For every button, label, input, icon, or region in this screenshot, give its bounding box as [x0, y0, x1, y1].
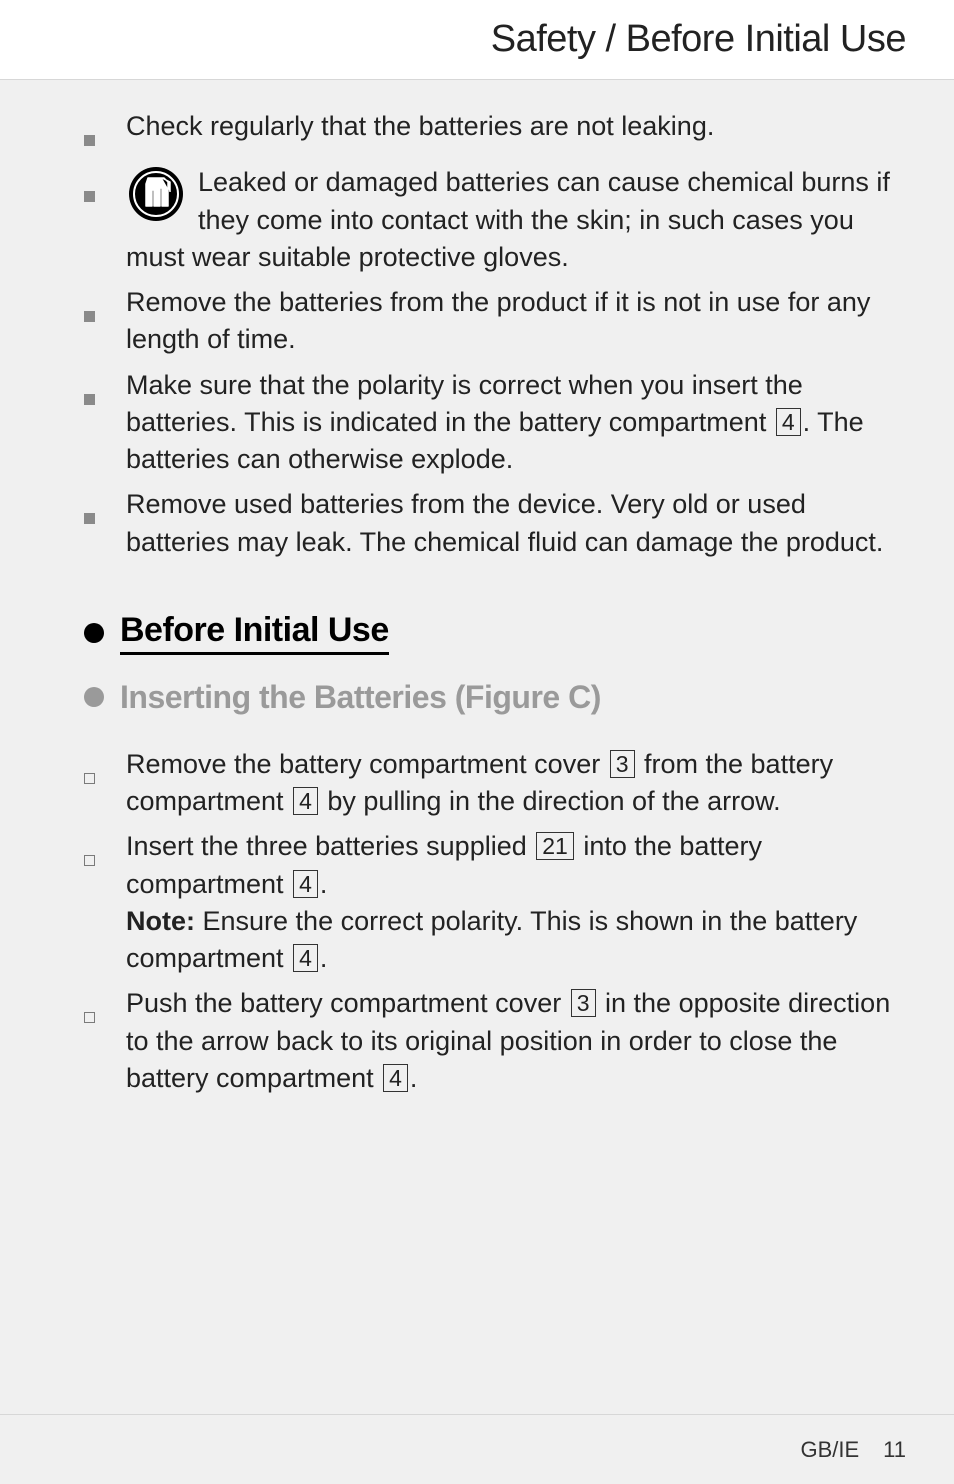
- square-bullet-icon: [84, 119, 98, 156]
- note-label: Note:: [126, 906, 195, 936]
- page: Safety / Before Initial Use Check regula…: [0, 0, 954, 1484]
- hollow-square-bullet-icon: [84, 757, 98, 821]
- page-footer: GB/IE 11: [0, 1414, 954, 1484]
- text-fragment: Make sure that the polarity is correct w…: [126, 370, 803, 437]
- bullet-text: Leaked or damaged batteries can cause ch…: [126, 167, 890, 272]
- content-area: Check regularly that the batteries are n…: [84, 108, 906, 1105]
- safety-bullet: Remove the batteries from the product if…: [84, 284, 906, 359]
- text-fragment: Remove the battery compartment cover: [126, 749, 608, 779]
- part-reference: 4: [293, 870, 318, 898]
- text-fragment: .: [410, 1063, 418, 1093]
- dot-icon: [84, 623, 104, 643]
- text-fragment: Push the battery compartment cover: [126, 988, 569, 1018]
- bullet-text-with-icon: Leaked or damaged batteries can cause ch…: [126, 164, 906, 276]
- safety-bullet: Check regularly that the batteries are n…: [84, 108, 906, 156]
- square-bullet-icon: [84, 295, 98, 359]
- part-reference: 3: [610, 750, 635, 778]
- section-title: Before Initial Use: [120, 611, 389, 655]
- gloves-icon: [126, 164, 186, 224]
- safety-bullet: Remove used batteries from the device. V…: [84, 486, 906, 561]
- step-text: Remove the battery compartment cover 3 f…: [126, 746, 906, 821]
- safety-bullet: Make sure that the polarity is correct w…: [84, 367, 906, 479]
- bullet-text: Make sure that the polarity is correct w…: [126, 367, 906, 479]
- text-fragment: .: [320, 943, 328, 973]
- bullet-text: Check regularly that the batteries are n…: [126, 108, 906, 156]
- subsection-title: Inserting the Batteries (Figure C): [120, 679, 601, 716]
- footer-region: GB/IE: [800, 1437, 859, 1463]
- text-fragment: Ensure the correct polarity. This is sho…: [126, 906, 857, 973]
- hollow-square-bullet-icon: [84, 839, 98, 977]
- page-header-title: Safety / Before Initial Use: [491, 18, 906, 61]
- steps-list: Remove the battery compartment cover 3 f…: [84, 746, 906, 1097]
- bullet-text: Remove used batteries from the device. V…: [126, 486, 906, 561]
- part-reference: 4: [293, 944, 318, 972]
- safety-bullet: Leaked or damaged batteries can cause ch…: [84, 164, 906, 276]
- square-bullet-icon: [84, 175, 98, 276]
- part-reference: 4: [383, 1064, 408, 1092]
- step-item: Push the battery compartment cover 3 in …: [84, 985, 906, 1097]
- text-fragment: by pulling in the direction of the arrow…: [320, 786, 781, 816]
- bullet-text: Remove the batteries from the product if…: [126, 284, 906, 359]
- hollow-square-bullet-icon: [84, 996, 98, 1097]
- text-fragment: .: [320, 869, 328, 899]
- subsection-heading: Inserting the Batteries (Figure C): [84, 679, 906, 716]
- step-text: Insert the three batteries supplied 21 i…: [126, 828, 906, 977]
- text-fragment: Insert the three batteries supplied: [126, 831, 534, 861]
- step-item: Remove the battery compartment cover 3 f…: [84, 746, 906, 821]
- part-reference: 4: [776, 408, 801, 436]
- section-heading: Before Initial Use: [84, 611, 906, 655]
- part-reference: 21: [536, 832, 574, 860]
- square-bullet-icon: [84, 378, 98, 479]
- step-text: Push the battery compartment cover 3 in …: [126, 985, 906, 1097]
- header-band: Safety / Before Initial Use: [0, 0, 954, 80]
- square-bullet-icon: [84, 497, 98, 561]
- step-item: Insert the three batteries supplied 21 i…: [84, 828, 906, 977]
- part-reference: 3: [571, 989, 596, 1017]
- part-reference: 4: [293, 787, 318, 815]
- footer-page-number: 11: [883, 1437, 906, 1463]
- dot-icon-grey: [84, 687, 104, 707]
